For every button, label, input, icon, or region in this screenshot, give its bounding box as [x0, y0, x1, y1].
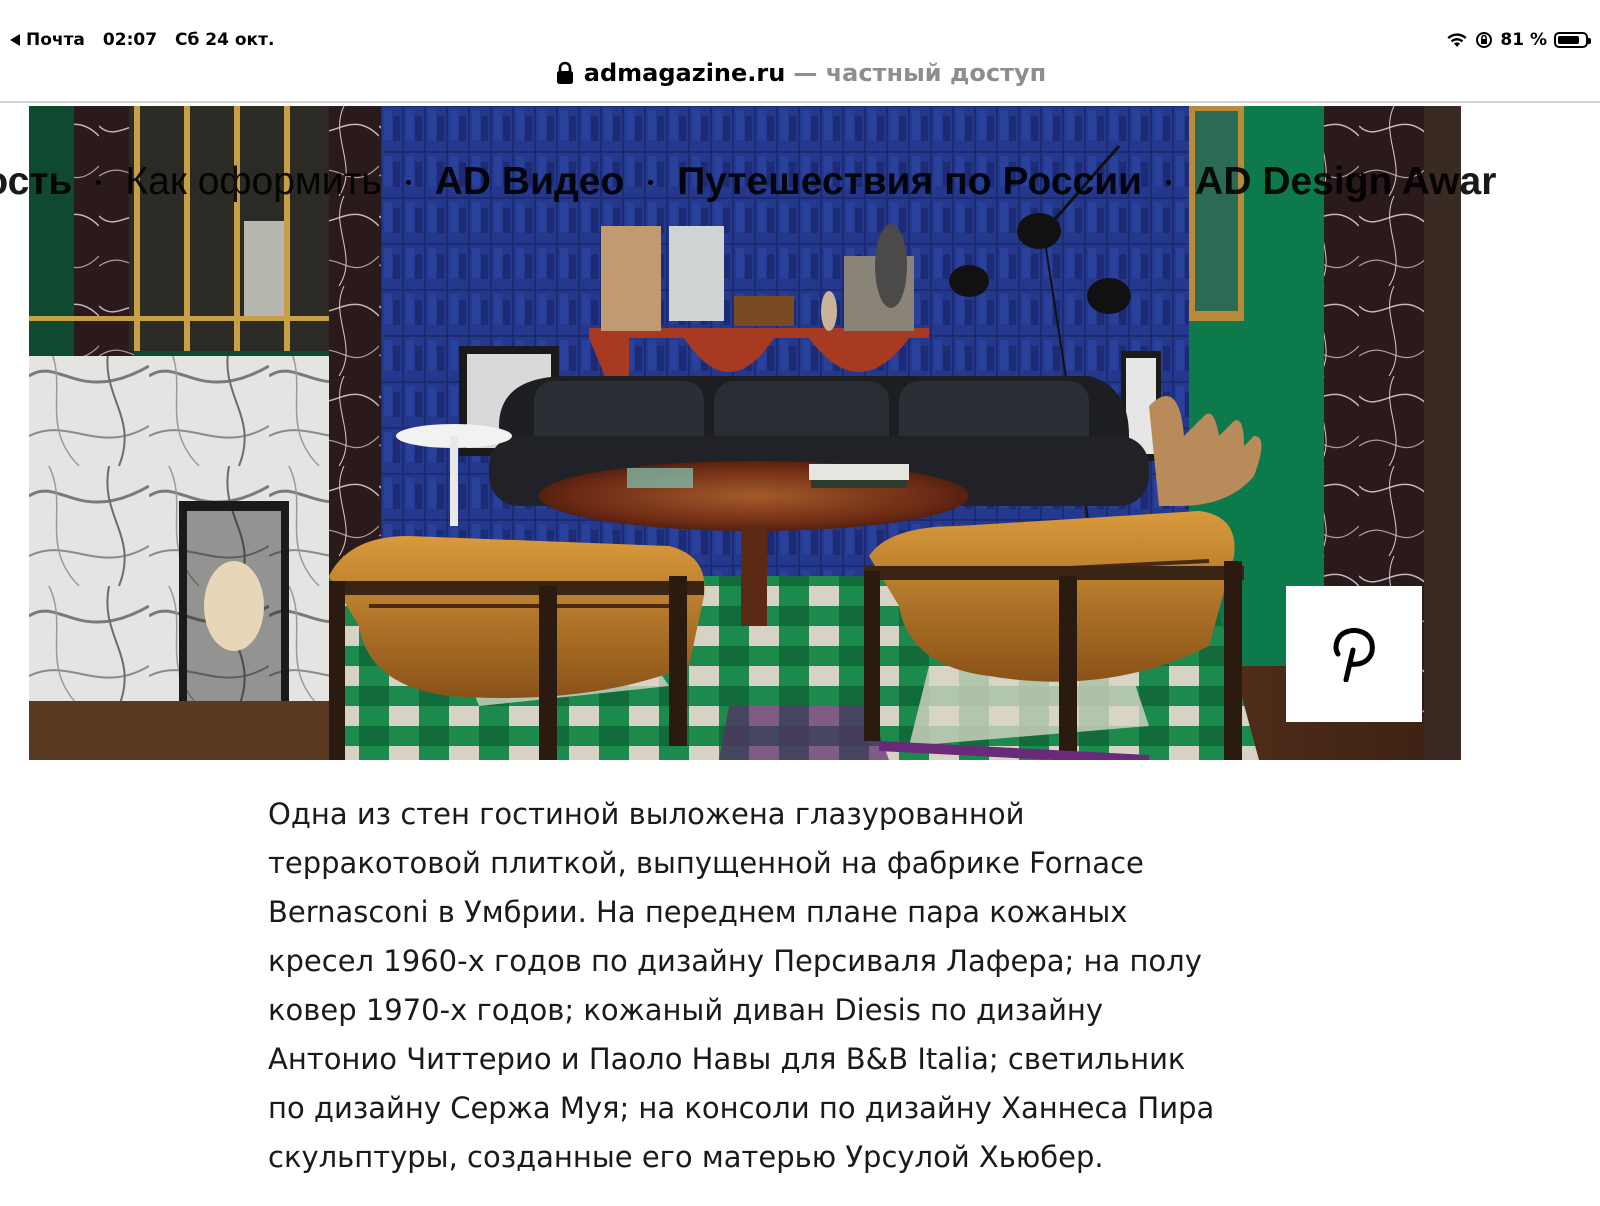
lock-icon — [556, 61, 573, 84]
caption-line: Антонио Читтерио и Паоло Навы для B&B It… — [268, 1042, 1186, 1076]
back-arrow-icon — [10, 34, 20, 46]
status-date: Сб 24 окт. — [175, 30, 275, 50]
url-domain: admagazine.ru — [583, 59, 786, 87]
caption-line: терракотовой плиткой, выпущенной на фабр… — [268, 846, 1144, 880]
caption-line: Bernasconi в Умбрии. На переднем плане п… — [268, 895, 1128, 929]
nav-separator — [405, 179, 411, 185]
nav-item-rubric-1[interactable]: мость — [0, 160, 72, 204]
address-bar[interactable]: admagazine.ru — частный доступ — [0, 54, 1600, 92]
pinterest-share-button[interactable] — [1286, 586, 1422, 722]
status-bar: Почта 02:07 Сб 24 окт. 81 % — [0, 30, 1600, 52]
nav-item-how-to-decorate[interactable]: Как оформить — [125, 160, 381, 204]
caption-line: по дизайну Сержа Муя; на консоли по диза… — [268, 1091, 1215, 1125]
toolbar-divider — [0, 101, 1600, 103]
caption-line: ковер 1970-х годов; кожаный диван Diesis… — [268, 993, 1104, 1027]
nav-item-ad-video[interactable]: AD Видео — [435, 160, 625, 204]
battery-percent: 81 % — [1500, 30, 1547, 50]
section-nav: мость Как оформить AD Видео Путешествия … — [0, 152, 1600, 212]
back-app-label: Почта — [26, 30, 85, 50]
nav-item-russia-travel[interactable]: Путешествия по России — [677, 160, 1142, 204]
nav-separator — [96, 179, 102, 185]
wifi-icon — [1447, 33, 1467, 47]
nav-separator — [648, 179, 654, 185]
private-browsing-label: — частный доступ — [793, 59, 1047, 87]
battery-icon — [1554, 32, 1591, 48]
orientation-lock-icon — [1476, 32, 1493, 48]
caption-line: скульптуры, созданные его матерью Урсуло… — [268, 1140, 1104, 1174]
nav-separator — [1166, 179, 1172, 185]
status-time: 02:07 — [102, 30, 158, 50]
caption-line: Одна из стен гостиной выложена глазурова… — [268, 797, 1025, 831]
caption-line: кресел 1960-х годов по дизайну Персиваля… — [268, 944, 1202, 978]
pinterest-icon — [1333, 628, 1375, 682]
back-to-app-button[interactable]: Почта — [10, 30, 85, 50]
image-caption: Одна из стен гостиной выложена глазурова… — [268, 790, 1228, 1182]
nav-item-ad-design-awards[interactable]: AD Design Awar — [1195, 160, 1496, 204]
